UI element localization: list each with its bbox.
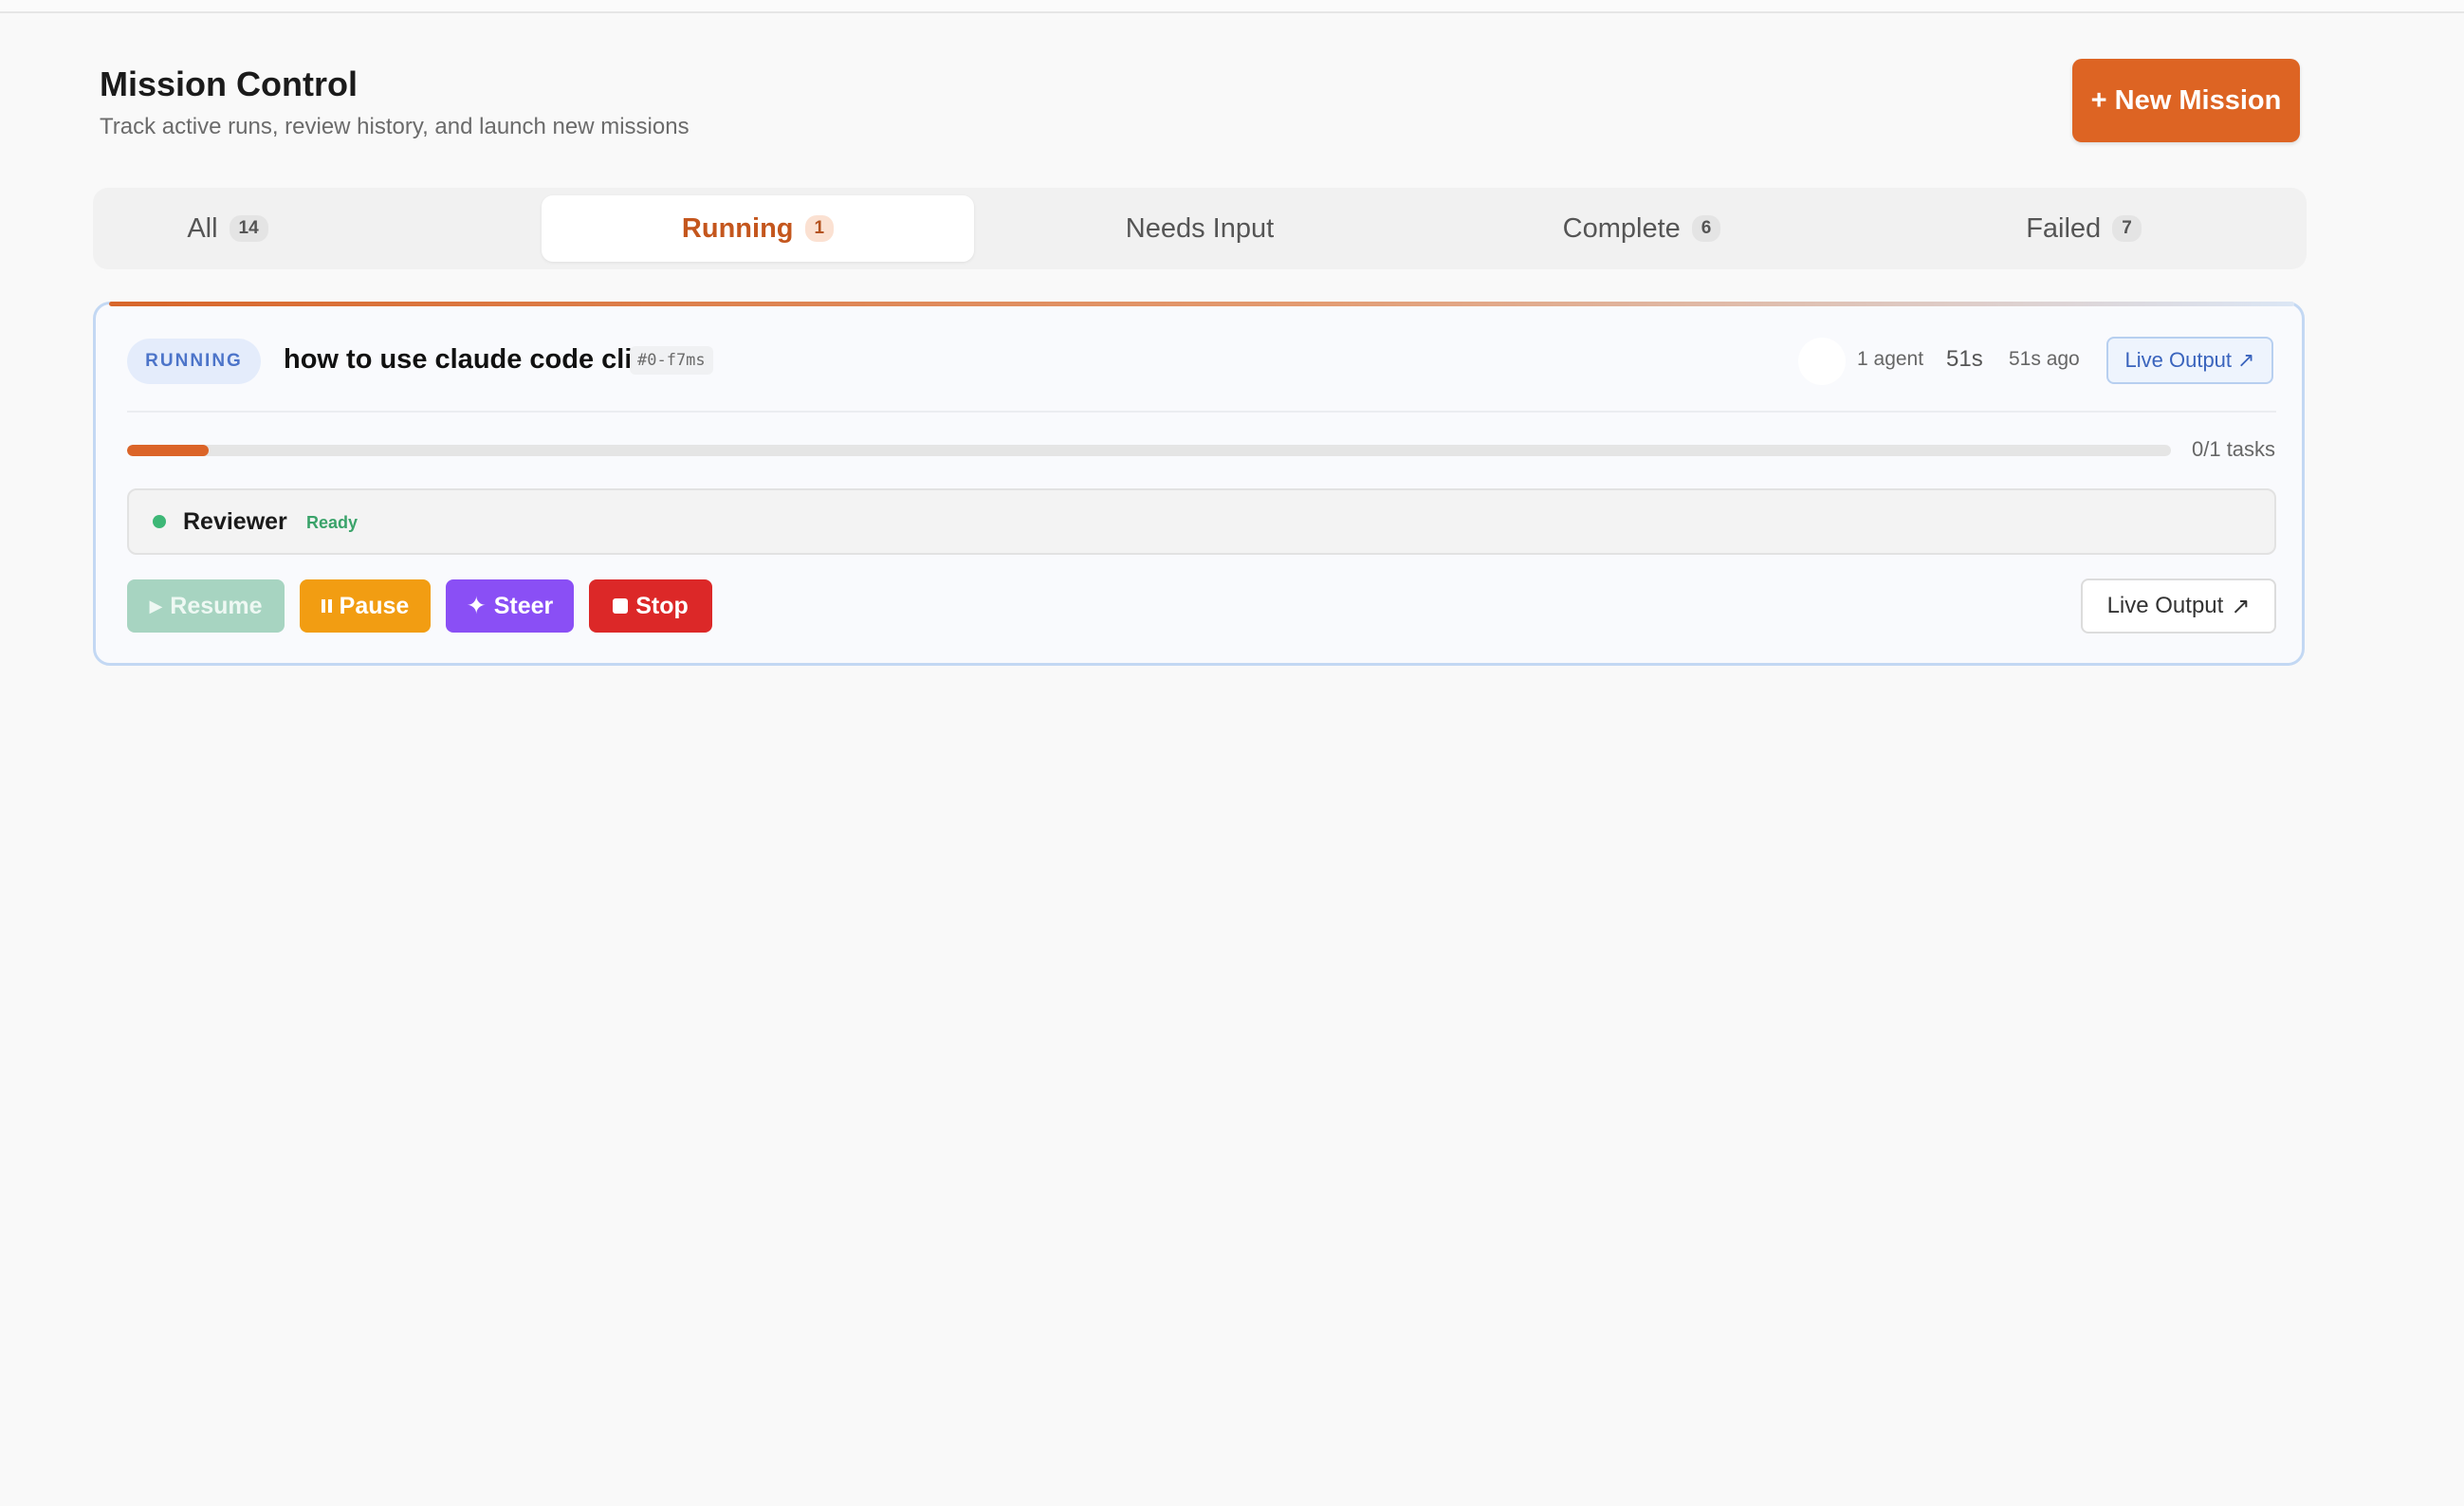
filter-tabs: All 14 Running 1 Needs Input Complete 6 …: [93, 188, 2307, 269]
resume-label: Resume: [170, 592, 263, 619]
stop-button[interactable]: Stop: [589, 579, 712, 633]
mission-title[interactable]: how to use claude code cli: [284, 344, 632, 376]
external-arrow-icon: ↗: [2237, 348, 2255, 372]
live-output-link[interactable]: Live Output ↗: [2106, 337, 2273, 384]
tab-label: All: [187, 212, 218, 244]
elapsed-time: 51s: [1946, 346, 1983, 372]
tab-complete[interactable]: Complete 6: [1425, 195, 1858, 262]
live-output-button[interactable]: Live Output ↗: [2081, 579, 2276, 634]
tab-label: Needs Input: [1125, 212, 1275, 244]
steer-label: Steer: [493, 592, 554, 619]
card-accent-bar: [109, 302, 2294, 306]
agent-row[interactable]: Reviewer Ready: [127, 488, 2276, 555]
stop-icon: [613, 598, 629, 614]
top-bar: [0, 0, 2464, 13]
mission-id: #0-f7ms: [630, 346, 713, 375]
divider: [127, 411, 2276, 413]
tab-count-badge: 6: [1691, 215, 1721, 242]
tab-count-badge: 7: [2112, 215, 2142, 242]
play-icon: ▶: [149, 596, 163, 615]
external-arrow-icon: ↗: [2231, 593, 2251, 619]
progress-label: 0/1 tasks: [2192, 437, 2276, 461]
tab-running[interactable]: Running 1: [542, 195, 974, 262]
page-subtitle: Track active runs, review history, and l…: [100, 114, 690, 139]
tab-label: Running: [681, 212, 794, 244]
status-dot-icon: [153, 515, 166, 528]
avatar: [1798, 338, 1846, 385]
tab-count-badge: 14: [229, 215, 268, 242]
tab-failed[interactable]: Failed 7: [1867, 195, 2300, 262]
new-mission-button[interactable]: + New Mission: [2072, 59, 2300, 142]
tab-count-badge: 1: [804, 215, 835, 242]
tab-all[interactable]: All 14: [93, 195, 362, 262]
updated-time: 51s ago: [2009, 348, 2080, 370]
progress-fill: [127, 445, 210, 456]
steer-button[interactable]: ✦ Steer: [446, 579, 574, 633]
sparkle-icon: ✦: [466, 593, 487, 619]
pause-button[interactable]: Pause: [300, 579, 431, 633]
tab-label: Complete: [1562, 212, 1681, 244]
live-output-label: Live Output: [2124, 348, 2233, 372]
agent-count: 1 agent: [1857, 348, 1924, 370]
agent-name: Reviewer: [183, 508, 287, 535]
mission-card[interactable]: RUNNING how to use claude code cli #0-f7…: [93, 302, 2305, 666]
pause-icon: [321, 599, 332, 613]
resume-button[interactable]: ▶ Resume: [127, 579, 285, 633]
tab-label: Failed: [2026, 212, 2102, 244]
stop-label: Stop: [635, 592, 689, 619]
live-output-label: Live Output: [2106, 593, 2224, 618]
progress-bar: [127, 445, 2171, 456]
tab-needs-input[interactable]: Needs Input: [984, 195, 1416, 262]
status-badge: RUNNING: [127, 339, 261, 384]
pause-label: Pause: [339, 592, 410, 619]
page-title: Mission Control: [100, 64, 358, 103]
agent-state: Ready: [306, 513, 359, 532]
